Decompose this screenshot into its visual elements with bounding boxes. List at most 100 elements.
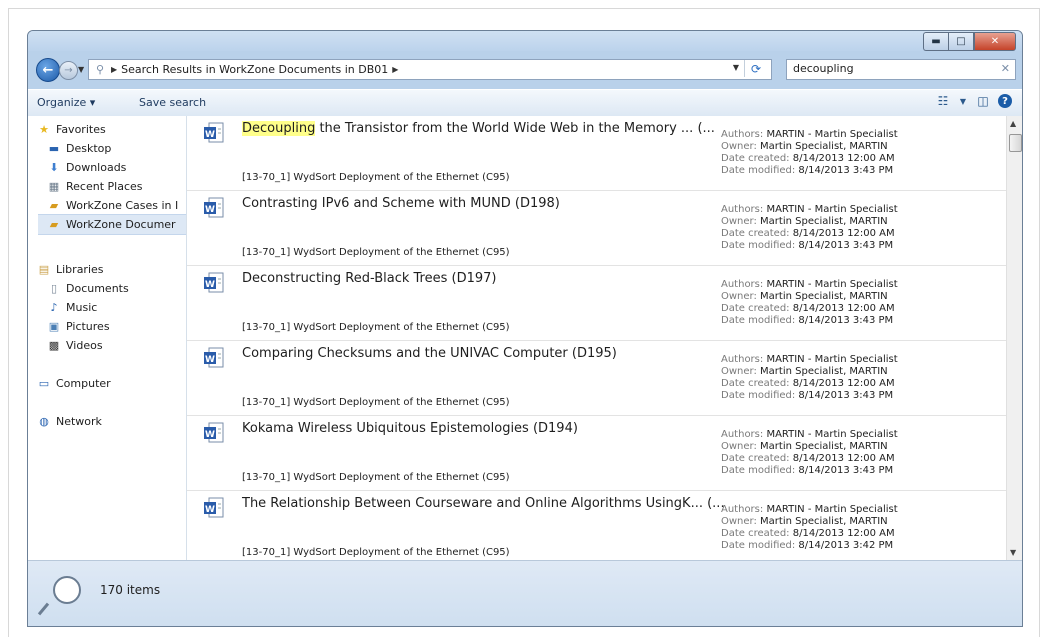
result-title[interactable]: Contrasting IPv6 and Scheme with MUND (D… (242, 196, 560, 211)
save-search-button[interactable]: Save search (139, 96, 206, 109)
nav-desktop[interactable]: ▬ Desktop (46, 139, 186, 158)
nav-libraries[interactable]: ▤ Libraries (36, 260, 186, 279)
music-icon: ♪ (50, 301, 58, 314)
details-pane: 170 items (28, 560, 1022, 626)
nav-recent-places[interactable]: ▦ Recent Places (46, 177, 186, 196)
caption-buttons: ▬ □ ✕ (923, 32, 1016, 51)
result-metadata: Authors: MARTIN - Martin Specialist Owne… (721, 129, 898, 177)
nav-downloads[interactable]: ⬇ Downloads (46, 158, 186, 177)
list-item[interactable]: W Contrasting IPv6 and Scheme with MUND … (187, 191, 1006, 266)
word-document-icon: W (204, 497, 224, 518)
libraries-icon: ▤ (38, 263, 50, 276)
created-label: Date created: (721, 378, 790, 389)
created-label: Date created: (721, 153, 790, 164)
result-title[interactable]: Kokama Wireless Ubiquitous Epistemologie… (242, 421, 578, 436)
magnifier-handle (37, 602, 50, 616)
nav-network[interactable]: ◍ Network (36, 412, 186, 431)
scroll-down-icon[interactable]: ▼ (1010, 548, 1016, 557)
address-dropdown-icon[interactable]: ▼ (733, 63, 739, 72)
workzone-folder-icon: ▰ (49, 199, 59, 212)
modified-value: 8/14/2013 3:43 PM (798, 465, 894, 476)
nav-computer[interactable]: ▭ Computer (36, 374, 186, 393)
authors-value: MARTIN - Martin Specialist (766, 429, 898, 440)
nav-videos[interactable]: ▩ Videos (46, 336, 186, 355)
authors-label: Authors: (721, 354, 764, 365)
breadcrumb-chevron-icon[interactable]: ▶ (111, 65, 117, 74)
result-title[interactable]: The Relationship Between Courseware and … (242, 496, 725, 511)
owner-label: Owner: (721, 141, 757, 152)
owner-label: Owner: (721, 216, 757, 227)
search-query[interactable]: decoupling (793, 62, 854, 75)
word-document-icon: W (204, 197, 224, 218)
nav-label: Computer (56, 377, 111, 390)
nav-label: Videos (66, 339, 103, 352)
pictures-icon: ▣ (48, 320, 60, 333)
list-item[interactable]: W Decoupling the Transistor from the Wor… (187, 116, 1006, 191)
search-input[interactable]: decoupling ✕ (786, 59, 1016, 80)
preview-pane-icon[interactable]: ◫ (974, 94, 992, 108)
nav-label: WorkZone Documer (66, 218, 176, 231)
modified-label: Date modified: (721, 165, 796, 176)
recent-pages-dropdown[interactable]: ▼ (78, 65, 84, 74)
list-item[interactable]: W Comparing Checksums and the UNIVAC Com… (187, 341, 1006, 416)
authors-label: Authors: (721, 204, 764, 215)
breadcrumb-chevron-icon[interactable]: ▶ (392, 65, 398, 74)
result-title[interactable]: Comparing Checksums and the UNIVAC Compu… (242, 346, 617, 361)
word-document-icon: W (204, 347, 224, 368)
nav-label: Recent Places (66, 180, 143, 193)
modified-label: Date modified: (721, 390, 796, 401)
authors-label: Authors: (721, 504, 764, 515)
result-metadata: Authors: MARTIN - Martin Specialist Owne… (721, 429, 898, 477)
scroll-thumb[interactable] (1009, 134, 1022, 152)
star-icon: ★ (39, 123, 49, 136)
maximize-button[interactable]: □ (948, 32, 974, 51)
owner-value: Martin Specialist, MARTIN (760, 366, 888, 377)
back-arrow-icon: ← (42, 62, 54, 78)
nav-pictures[interactable]: ▣ Pictures (46, 317, 186, 336)
modified-value: 8/14/2013 3:43 PM (798, 315, 894, 326)
address-path[interactable]: Search Results in WorkZone Documents in … (121, 63, 388, 76)
nav-documents[interactable]: ▯ Documents (46, 279, 186, 298)
clear-search-icon[interactable]: ✕ (1001, 62, 1010, 75)
change-view-icon[interactable]: ☷ (934, 94, 952, 108)
result-path: [13-70_1] WydSort Deployment of the Ethe… (242, 472, 510, 483)
authors-value: MARTIN - Martin Specialist (766, 354, 898, 365)
vertical-scrollbar[interactable]: ▲ ▼ (1006, 116, 1022, 560)
result-title[interactable]: Deconstructing Red-Black Trees (D197) (242, 271, 496, 286)
owner-value: Martin Specialist, MARTIN (760, 216, 888, 227)
nav-workzone-documents[interactable]: ▰ WorkZone Documer (38, 214, 186, 235)
list-item[interactable]: W Kokama Wireless Ubiquitous Epistemolog… (187, 416, 1006, 491)
list-item[interactable]: W Deconstructing Red-Black Trees (D197) … (187, 266, 1006, 341)
created-label: Date created: (721, 528, 790, 539)
help-icon[interactable]: ? (998, 94, 1012, 108)
title-text: Deconstructing Red-Black Trees (D197) (242, 271, 497, 286)
address-bar[interactable]: ⚲ ▶ Search Results in WorkZone Documents… (88, 59, 772, 80)
scroll-up-icon[interactable]: ▲ (1010, 119, 1016, 128)
forward-button[interactable]: → (59, 61, 78, 80)
modified-value: 8/14/2013 3:43 PM (798, 165, 894, 176)
organize-button[interactable]: Organize ▾ (37, 96, 95, 109)
list-item[interactable]: W The Relationship Between Courseware an… (187, 491, 1006, 560)
nav-label: WorkZone Cases in I (66, 199, 179, 212)
nav-workzone-cases[interactable]: ▰ WorkZone Cases in I (46, 196, 186, 215)
nav-label: Pictures (66, 320, 110, 333)
minimize-button[interactable]: ▬ (923, 32, 948, 51)
title-text: Contrasting IPv6 and Scheme with MUND (D… (242, 196, 560, 211)
forward-arrow-icon: → (64, 65, 73, 76)
command-bar: Organize ▾ Save search ☷ ▼ ◫ ? (28, 89, 1022, 117)
back-button[interactable]: ← (36, 58, 60, 82)
owner-value: Martin Specialist, MARTIN (760, 291, 888, 302)
nav-favorites[interactable]: ★ Favorites (36, 120, 186, 139)
modified-label: Date modified: (721, 465, 796, 476)
result-path: [13-70_1] WydSort Deployment of the Ethe… (242, 172, 510, 183)
result-title[interactable]: Decoupling the Transistor from the World… (242, 121, 715, 136)
result-metadata: Authors: MARTIN - Martin Specialist Owne… (721, 279, 898, 327)
close-button[interactable]: ✕ (974, 32, 1016, 51)
nav-music[interactable]: ♪ Music (46, 298, 186, 317)
navigation-pane: ★ Favorites ▬ Desktop ⬇ Downloads ▦ Rece… (28, 116, 187, 560)
refresh-icon[interactable]: ⟳ (744, 60, 767, 77)
view-dropdown-icon[interactable]: ▼ (958, 97, 968, 106)
modified-label: Date modified: (721, 240, 796, 251)
word-document-icon: W (204, 272, 224, 293)
modified-value: 8/14/2013 3:42 PM (798, 540, 894, 551)
